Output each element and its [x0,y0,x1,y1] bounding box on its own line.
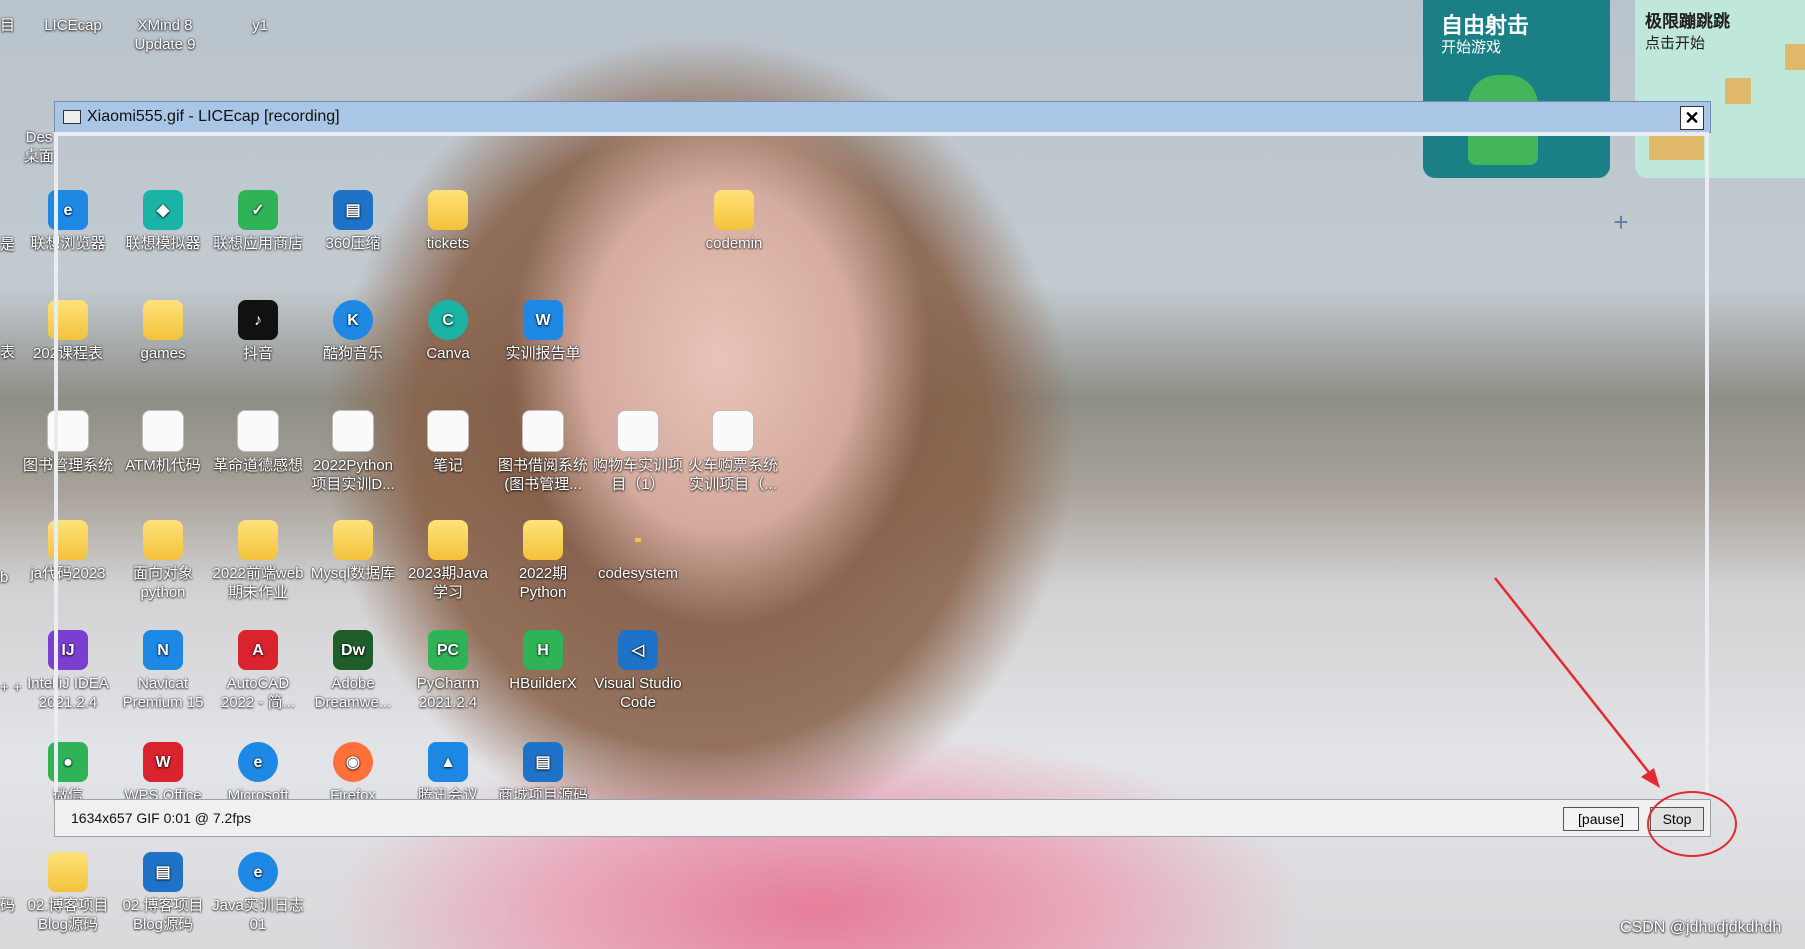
desktop: LICEcap XMind 8 Update 9 y1 目 Des 桌面 是 表… [0,0,1805,949]
watermark: CSDN @jdhudjdkdhdh [1620,919,1782,936]
annotation-arrow [1494,577,1660,788]
annotation-circle [1647,791,1737,857]
